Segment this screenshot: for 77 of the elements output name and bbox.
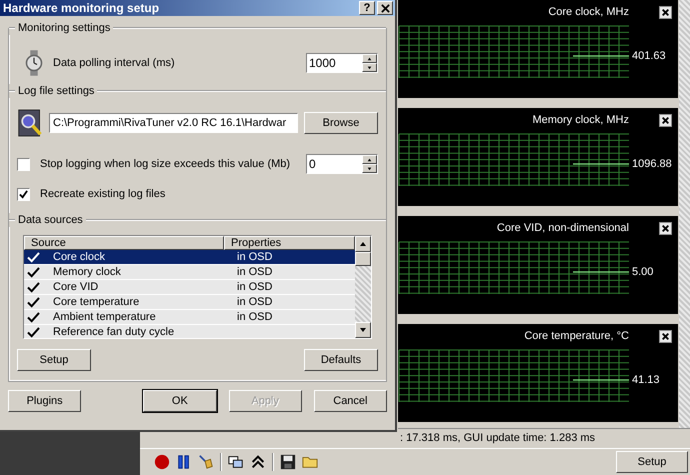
source-name: Core temperature xyxy=(53,296,140,308)
source-properties: in OSD xyxy=(237,251,272,263)
checkmark-icon[interactable] xyxy=(27,296,40,308)
close-icon[interactable] xyxy=(659,6,672,18)
scrollbar[interactable] xyxy=(679,0,690,428)
graph-value: 41.13 xyxy=(632,374,660,386)
column-header[interactable]: Source xyxy=(24,236,224,250)
save-icon[interactable] xyxy=(280,454,296,470)
source-properties: in OSD xyxy=(237,266,272,278)
spin-down-icon[interactable] xyxy=(362,63,377,72)
folder-icon[interactable] xyxy=(302,454,318,470)
checkmark-icon[interactable] xyxy=(27,326,40,338)
graph-value: 1096.88 xyxy=(632,158,672,170)
close-icon xyxy=(380,4,390,12)
group-label: Monitoring settings xyxy=(15,22,114,34)
source-name: Ambient temperature xyxy=(53,311,157,323)
graph-value: 401.63 xyxy=(632,50,666,62)
dialog-button[interactable]: Cancel xyxy=(314,390,387,412)
checkmark-icon[interactable] xyxy=(27,312,40,322)
list-row[interactable]: Core VID in OSD xyxy=(24,280,355,295)
source-name: Core VID xyxy=(53,281,100,293)
list-row[interactable]: Memory clock in OSD xyxy=(24,265,355,280)
source-name: Memory clock xyxy=(53,266,122,278)
source-properties: in OSD xyxy=(237,296,272,308)
windows-icon[interactable] xyxy=(228,454,244,470)
spin-down-icon[interactable] xyxy=(362,164,377,173)
group-label: Data sources xyxy=(15,214,86,226)
close-icon[interactable] xyxy=(659,222,672,234)
source-properties: in OSD xyxy=(237,311,272,323)
defaults-button[interactable]: Defaults xyxy=(304,349,378,371)
setup-button[interactable]: Setup xyxy=(616,451,688,473)
checkmark-icon[interactable] xyxy=(27,266,40,278)
spin-up-icon[interactable] xyxy=(362,54,377,63)
dialog-button[interactable]: Plugins xyxy=(8,390,82,412)
status-bar: : 17.318 ms, GUI update time: 1.283 ms xyxy=(398,428,690,448)
graph-title: Core clock, MHz xyxy=(548,6,629,18)
source-properties: in OSD xyxy=(237,281,272,293)
spin-up-icon[interactable] xyxy=(362,155,377,164)
scroll-down-icon[interactable] xyxy=(355,322,371,338)
group-label: Log file settings xyxy=(15,85,98,97)
log-path-field[interactable]: C:\Programmi\RivaTuner v2.0 RC 16.1\Hardwar xyxy=(49,113,298,133)
log-size-spinner[interactable]: 0 xyxy=(306,154,378,174)
close-icon[interactable] xyxy=(659,330,672,342)
record-icon[interactable] xyxy=(154,454,170,470)
help-button[interactable]: ? xyxy=(359,1,375,15)
scrollbar[interactable] xyxy=(355,236,371,338)
graph-title: Memory clock, MHz xyxy=(532,114,629,126)
graph-value: 5.00 xyxy=(632,266,654,278)
window-title: Hardware monitoring setup xyxy=(2,1,160,15)
double-chevron-up-icon[interactable] xyxy=(250,454,266,470)
list-row[interactable]: Reference fan duty cycle xyxy=(24,325,355,338)
list-row[interactable]: Core clock in OSD xyxy=(24,250,355,265)
magnifier-icon xyxy=(17,108,43,138)
close-button[interactable] xyxy=(377,1,393,15)
scroll-thumb[interactable] xyxy=(355,252,371,266)
scroll-up-icon[interactable] xyxy=(355,236,371,252)
polling-interval-spinner[interactable]: 1000 xyxy=(306,53,378,73)
column-header[interactable]: Properties xyxy=(224,236,355,250)
stopwatch-icon xyxy=(25,49,43,77)
list-row[interactable]: Ambient temperature in OSD xyxy=(24,310,355,325)
source-name: Core clock xyxy=(53,251,106,263)
setup-button[interactable]: Setup xyxy=(17,349,91,371)
graph-title: Core VID, non-dimensional xyxy=(496,222,629,234)
checkbox-label: Recreate existing log files xyxy=(40,188,166,200)
graph-title: Core temperature, °C xyxy=(524,330,629,342)
browse-button[interactable]: Browse xyxy=(304,112,378,134)
checkbox-label: Stop logging when log size exceeds this value (Mb) xyxy=(40,158,292,170)
dialog-button[interactable]: OK xyxy=(143,390,216,412)
list-row[interactable]: Core temperature in OSD xyxy=(24,295,355,310)
checkmark-icon[interactable] xyxy=(27,282,40,292)
field-label: Data polling interval (ms) xyxy=(53,57,176,69)
brush-icon[interactable] xyxy=(198,454,214,470)
pause-icon[interactable] xyxy=(176,454,192,470)
checkbox[interactable] xyxy=(17,188,30,200)
close-icon[interactable] xyxy=(659,114,672,126)
source-name: Reference fan duty cycle xyxy=(53,326,176,338)
checkbox[interactable] xyxy=(17,158,30,170)
